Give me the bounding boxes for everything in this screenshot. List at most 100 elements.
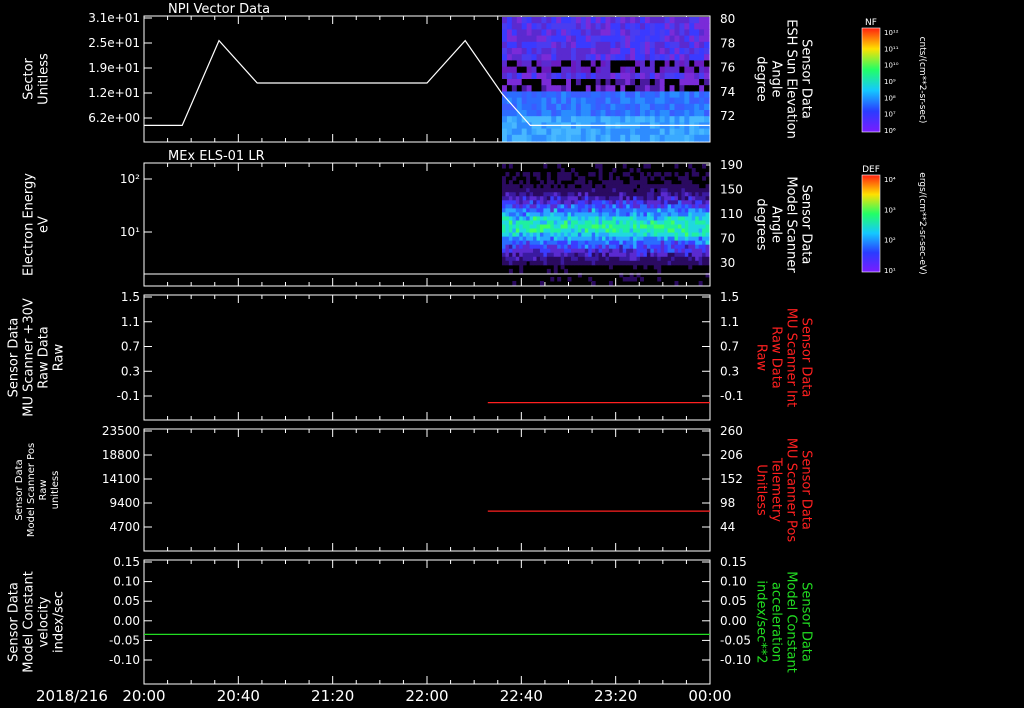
spectrogram-cell xyxy=(590,79,597,86)
y-tick-label-right: 72 xyxy=(720,109,735,123)
spectrogram-cell xyxy=(585,23,592,30)
spectrogram-cell xyxy=(639,103,646,111)
spectrogram-cell xyxy=(575,17,582,24)
spectrogram-cell xyxy=(698,244,703,250)
spectrogram-cell xyxy=(622,164,627,169)
spectrogram-cell xyxy=(529,184,534,189)
spectrogram-cell xyxy=(508,268,513,274)
spectrogram-cell xyxy=(679,91,685,99)
spectrogram-cell xyxy=(702,248,707,254)
spectrogram-cell xyxy=(553,228,558,234)
spectrogram-cell xyxy=(620,85,626,92)
spectrogram-cell xyxy=(639,232,644,238)
spectrogram-cell xyxy=(529,232,534,238)
spectrogram-cell xyxy=(602,180,606,185)
spectrogram-cell xyxy=(506,122,513,130)
spectrogram-cell xyxy=(560,212,565,217)
spectrogram-cell xyxy=(516,97,523,105)
spectrogram-cell xyxy=(635,134,641,142)
spectrogram-cell xyxy=(511,66,518,74)
spectrogram-cell xyxy=(591,260,596,266)
spectrogram-cell xyxy=(590,91,597,99)
spectrogram-cell xyxy=(600,66,607,74)
spectrogram-cell xyxy=(590,48,597,55)
spectrogram-cell xyxy=(512,236,517,242)
panel-title: NPI Vector Data xyxy=(168,2,270,17)
spectrogram-cell xyxy=(636,216,641,221)
spectrogram-cell xyxy=(580,134,587,142)
spectrogram-cell xyxy=(567,232,572,238)
spectrogram-cell xyxy=(688,180,693,185)
spectrogram-cell xyxy=(659,17,666,24)
spectrogram-cell xyxy=(669,35,676,43)
spectrogram-cell xyxy=(702,260,707,266)
spectrogram-cell xyxy=(702,240,707,246)
spectrogram-cell xyxy=(657,228,662,234)
spectrogram-cell xyxy=(639,35,646,43)
spectrogram-cell xyxy=(636,180,641,185)
spectrogram-cell xyxy=(566,54,572,61)
spectrogram-cell xyxy=(598,216,603,221)
spectrogram-cell xyxy=(574,240,579,246)
y-axis-label-right: Sensor Data xyxy=(799,39,814,119)
spectrogram-cell xyxy=(615,180,620,185)
spectrogram-cell xyxy=(691,248,696,254)
spectrogram-cell xyxy=(590,23,597,30)
spectrogram-cell xyxy=(695,172,700,177)
spectrogram-cell xyxy=(526,172,531,177)
spectrogram-cell xyxy=(667,200,672,205)
spectrogram-cell xyxy=(702,224,707,230)
spectrogram-cell xyxy=(625,134,631,142)
spectrogram-cell xyxy=(657,252,662,258)
spectrogram-cell xyxy=(639,252,644,258)
spectrogram-cell xyxy=(564,176,569,181)
spectrogram-cell xyxy=(705,252,710,258)
spectrogram-cell xyxy=(688,220,693,225)
spectrogram-cell xyxy=(588,252,593,258)
y-tick-label-right: 78 xyxy=(720,36,735,50)
spectrogram-cell xyxy=(591,228,596,234)
spectrogram-cell xyxy=(695,232,700,238)
spectrogram-cell xyxy=(531,48,538,55)
spectrogram-cell xyxy=(511,48,518,55)
spectrogram-cell xyxy=(526,232,531,238)
spectrogram-cell xyxy=(543,212,548,217)
spectrogram-cell xyxy=(694,17,700,24)
spectrogram-cell xyxy=(674,248,679,254)
spectrogram-cell xyxy=(533,260,537,266)
spectrogram-cell xyxy=(612,188,617,193)
spectrogram-cell xyxy=(521,17,528,24)
spectrogram-cell xyxy=(699,29,705,37)
spectrogram-cell xyxy=(557,196,562,201)
spectrogram-cell xyxy=(619,204,624,209)
spectrogram-cell xyxy=(610,103,616,111)
spectrogram-cell xyxy=(516,91,523,99)
spectrogram-cell xyxy=(590,128,597,136)
spectrogram-cell xyxy=(615,244,620,250)
spectrogram-cell xyxy=(608,244,613,250)
spectrogram-cell xyxy=(541,91,547,99)
spectrogram-cell xyxy=(546,91,552,99)
spectrogram-cell xyxy=(695,248,700,254)
spectrogram-cell xyxy=(602,224,606,230)
spectrogram-cell xyxy=(561,85,567,92)
spectrogram-cell xyxy=(639,192,644,197)
spectrogram-cell xyxy=(702,176,707,181)
spectrogram-cell xyxy=(684,128,690,136)
spectrogram-cell xyxy=(677,252,682,258)
spectrogram-cell xyxy=(550,204,555,209)
spectrogram-cell xyxy=(595,29,602,37)
spectrogram-cell xyxy=(694,29,700,37)
spectrogram-cell xyxy=(639,216,644,221)
spectrogram-cell xyxy=(536,79,543,86)
spectrogram-cell xyxy=(536,236,541,242)
spectrogram-cell xyxy=(689,48,695,55)
spectrogram-cell xyxy=(608,228,613,234)
spectrogram-cell xyxy=(699,41,705,49)
spectrogram-cell xyxy=(646,248,651,254)
spectrogram-cell xyxy=(626,256,631,262)
spectrogram-cell xyxy=(529,236,534,242)
spectrogram-cell xyxy=(501,35,508,43)
spectrogram-cell xyxy=(608,188,613,193)
spectrogram-cell xyxy=(674,192,679,197)
